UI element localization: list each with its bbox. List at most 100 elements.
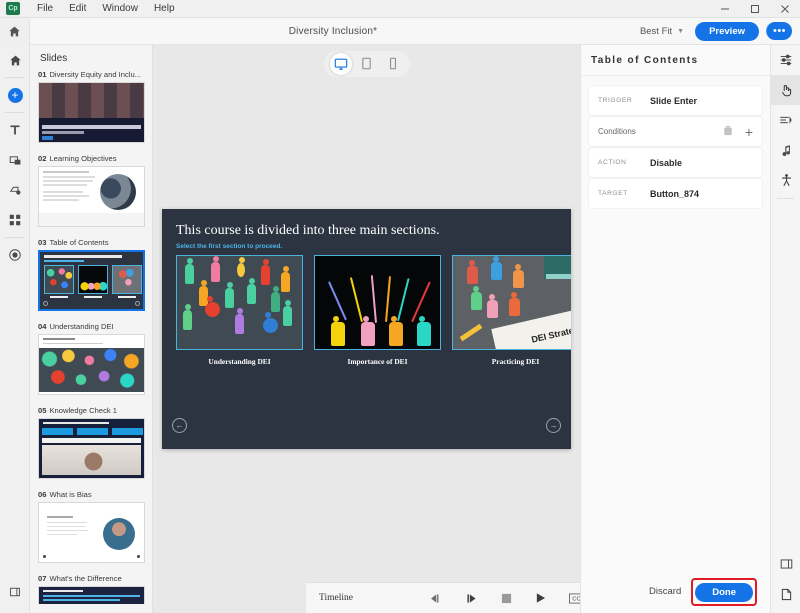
previous-section-button[interactable]: ← <box>172 417 187 433</box>
home-icon[interactable] <box>0 45 30 75</box>
done-button[interactable]: Done <box>695 582 753 602</box>
conditions-row[interactable]: Conditions + <box>589 117 762 146</box>
notes-icon[interactable] <box>771 579 800 609</box>
properties-panel: Table of Contents TRIGGER Slide Enter Co… <box>580 45 771 613</box>
text-icon[interactable] <box>0 115 30 145</box>
mobile-view-icon[interactable] <box>382 53 404 75</box>
next-frame-button[interactable] <box>465 593 478 604</box>
slide-number: 02 <box>38 154 47 163</box>
list-item[interactable]: 07 What's the Difference <box>38 574 145 604</box>
properties-icon[interactable] <box>771 45 800 75</box>
chevron-down-icon: ▼ <box>677 27 685 35</box>
stage-wrapper: This course is divided into three main s… <box>153 82 580 575</box>
slide-thumbnail[interactable] <box>38 250 145 311</box>
list-item[interactable]: 02 Learning Objectives <box>38 154 145 227</box>
conditions-actions: + <box>723 123 753 141</box>
section-card[interactable]: Understanding DEI <box>176 254 303 366</box>
left-toolbar: + <box>0 45 30 613</box>
menu-edit[interactable]: Edit <box>61 0 94 18</box>
tablet-view-icon[interactable] <box>356 53 378 75</box>
minimize-icon[interactable] <box>710 0 740 18</box>
slide-thumbnail[interactable] <box>38 166 145 227</box>
canvas-area: This course is divided into three main s… <box>153 45 733 613</box>
right-icon-rail <box>770 45 800 613</box>
right-rail-bottom <box>771 549 800 609</box>
list-item[interactable]: 03 Table of Contents <box>38 238 145 311</box>
section-card[interactable]: DEI Strate Practicing DEI <box>452 254 571 366</box>
slide-label: 01 Diversity Equity and Inclu... <box>38 70 144 79</box>
interactions-icon[interactable] <box>771 75 800 105</box>
action-value[interactable]: Disable <box>650 158 682 168</box>
section-image-understanding-dei[interactable] <box>176 254 303 350</box>
timing-icon[interactable] <box>771 105 800 135</box>
slide-thumbnail[interactable] <box>38 418 145 479</box>
section-caption: Importance of DEI <box>347 356 408 366</box>
slide-label: 02 Learning Objectives <box>38 154 144 163</box>
toolbar-divider <box>5 112 24 113</box>
slide-title: What's the Difference <box>49 574 122 583</box>
list-item[interactable]: 04 Understanding DEI <box>38 322 145 395</box>
shapes-icon[interactable] <box>0 175 30 205</box>
media-icon[interactable] <box>0 145 30 175</box>
timeline-label[interactable]: Timeline <box>319 593 429 603</box>
section-card[interactable]: Importance of DEI <box>314 254 441 366</box>
slide-stage[interactable]: This course is divided into three main s… <box>162 208 571 449</box>
stop-button[interactable] <box>501 593 512 604</box>
home-icon[interactable] <box>0 17 30 45</box>
desktop-view-icon[interactable] <box>329 52 352 75</box>
preview-button[interactable]: Preview <box>695 21 759 41</box>
slide-notes-icon[interactable] <box>0 577 30 607</box>
menu-file[interactable]: File <box>29 0 61 18</box>
slide-title: Knowledge Check 1 <box>49 406 117 415</box>
slide-heading: This course is divided into three main s… <box>176 222 440 238</box>
slide-number: 07 <box>38 574 47 583</box>
closed-caption-panel-icon[interactable] <box>771 549 800 579</box>
slide-number: 03 <box>38 238 47 247</box>
target-row[interactable]: TARGET Button_874 <box>589 179 762 208</box>
maximize-icon[interactable] <box>740 0 770 18</box>
header-actions: Best Fit ▼ Preview ••• <box>636 21 800 41</box>
slides-panel-title: Slides <box>40 53 68 64</box>
list-item[interactable]: 01 Diversity Equity and Inclu... <box>38 70 145 143</box>
captivate-app-window: Cp File Edit Window Help Diversity Inclu… <box>0 0 800 613</box>
slide-subheading: Select the first section to proceed. <box>176 242 283 250</box>
properties-footer: Discard Done <box>581 570 771 613</box>
list-item[interactable]: 05 Knowledge Check 1 <box>38 406 145 479</box>
trigger-row[interactable]: TRIGGER Slide Enter <box>589 86 762 115</box>
action-row[interactable]: ACTION Disable <box>589 148 762 177</box>
discard-button[interactable]: Discard <box>649 586 681 597</box>
add-icon[interactable]: + <box>0 80 30 110</box>
menu-help[interactable]: Help <box>146 0 183 18</box>
left-toolbar-bottom <box>0 577 30 607</box>
slide-number: 04 <box>38 322 47 331</box>
plus-icon[interactable]: + <box>745 124 753 140</box>
section-image-importance-of-dei[interactable] <box>314 254 441 350</box>
slides-list[interactable]: 01 Diversity Equity and Inclu... 02 Learni… <box>30 70 152 604</box>
list-item[interactable]: 06 What is Bias <box>38 490 145 563</box>
document-title: Diversity Inclusion* <box>288 25 378 37</box>
play-button[interactable] <box>535 592 546 604</box>
slide-thumbnail[interactable] <box>38 502 145 563</box>
slide-label: 04 Understanding DEI <box>38 322 144 331</box>
next-section-button[interactable]: → <box>546 417 561 433</box>
audio-icon[interactable] <box>771 135 800 165</box>
slide-thumbnail[interactable] <box>38 82 145 143</box>
rail-divider <box>777 198 794 199</box>
slide-thumbnail[interactable] <box>38 334 145 395</box>
zoom-select[interactable]: Best Fit ▼ <box>636 24 688 39</box>
trash-icon[interactable] <box>723 123 733 141</box>
target-value[interactable]: Button_874 <box>650 189 699 199</box>
record-icon[interactable] <box>0 240 30 270</box>
close-icon[interactable] <box>770 0 800 18</box>
widgets-icon[interactable] <box>0 205 30 235</box>
menu-window[interactable]: Window <box>94 0 146 18</box>
accessibility-icon[interactable] <box>771 165 800 195</box>
trigger-value[interactable]: Slide Enter <box>650 96 697 106</box>
slide-thumbnail[interactable] <box>38 586 145 604</box>
device-preview-toggle <box>153 45 580 82</box>
more-options-button[interactable]: ••• <box>766 22 792 40</box>
slides-panel: Slides 01Diversity Equity and Inclu... <box>30 45 153 613</box>
section-image-practicing-dei[interactable]: DEI Strate <box>452 254 571 350</box>
slide-title: Table of Contents <box>49 238 109 247</box>
previous-frame-button[interactable] <box>429 593 442 604</box>
